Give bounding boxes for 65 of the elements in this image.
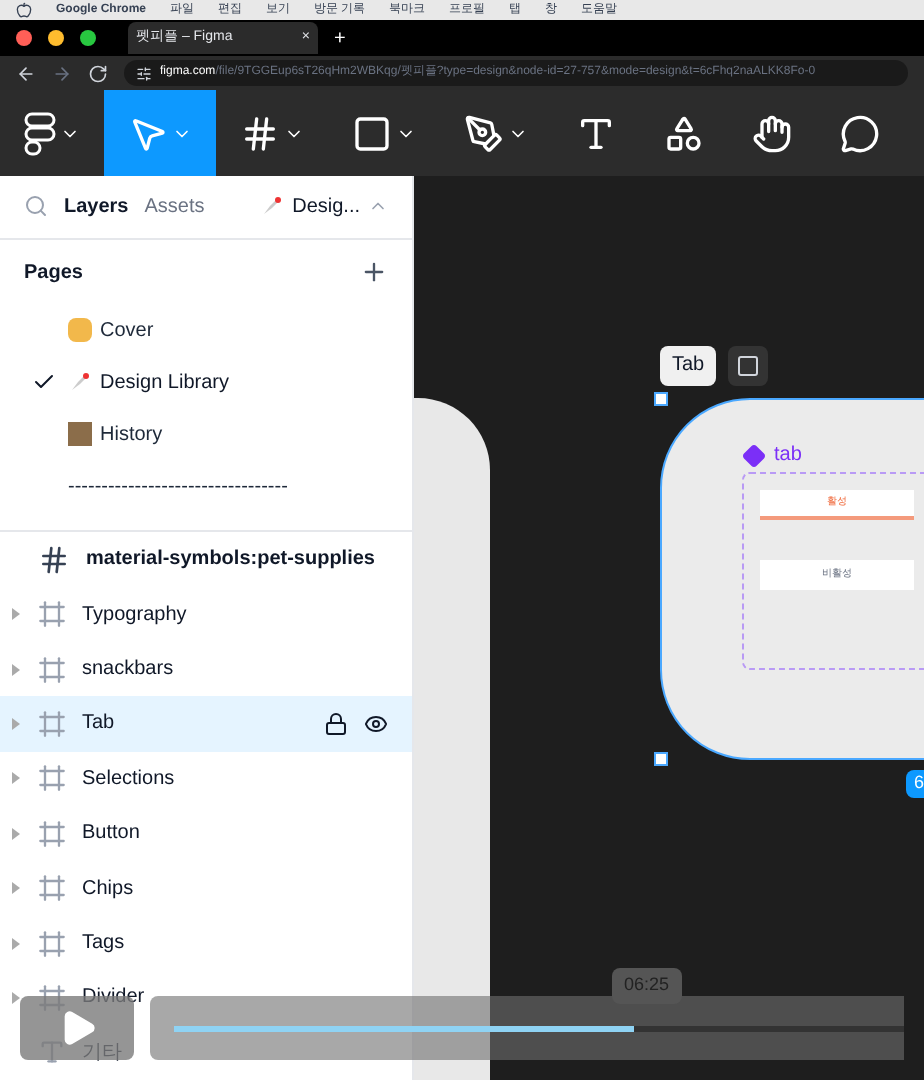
- reload-icon[interactable]: [88, 63, 108, 83]
- page-item[interactable]: Design Library: [0, 356, 412, 409]
- section-icon: [38, 655, 66, 684]
- layer-name: Chips: [82, 875, 134, 904]
- site-info-icon: [136, 65, 152, 81]
- layer-name: Tags: [82, 930, 125, 958]
- frame-icon: [38, 543, 70, 576]
- page-item[interactable]: History: [0, 408, 412, 461]
- frame-label: Tab: [660, 346, 717, 386]
- section-icon: [38, 709, 66, 738]
- layer-row[interactable]: Tab: [0, 696, 412, 752]
- page-name: ---------------------------------: [68, 473, 288, 502]
- layer-name: Selections: [82, 765, 175, 794]
- eye-icon[interactable]: [364, 711, 388, 736]
- clipboard-icon[interactable]: [728, 346, 769, 386]
- layer-row[interactable]: Chips: [0, 860, 412, 916]
- panel-tab[interactable]: Assets: [144, 191, 205, 222]
- section-icon: [38, 600, 66, 629]
- handle[interactable]: [654, 752, 668, 766]
- add-page-icon[interactable]: [360, 258, 388, 287]
- handle[interactable]: [654, 392, 668, 406]
- back-icon[interactable]: [16, 63, 36, 83]
- page-name: Cover: [100, 317, 154, 346]
- section-icon: [38, 764, 66, 793]
- rectangle-icon: [352, 113, 392, 153]
- panel-tab[interactable]: Layers: [64, 191, 129, 222]
- layer-row[interactable]: Tags: [0, 915, 412, 971]
- progress-track[interactable]: [174, 1025, 904, 1031]
- new-tab-button[interactable]: +: [334, 23, 346, 53]
- page-item[interactable]: ---------------------------------: [0, 460, 412, 513]
- layer-row[interactable]: Typography: [0, 586, 412, 642]
- layer-name: material-symbols:pet-supplies: [86, 546, 375, 575]
- resources-icon: [664, 113, 704, 153]
- page-item[interactable]: Cover: [0, 304, 412, 357]
- square-icon: [736, 354, 761, 378]
- frame-icon: [240, 113, 280, 153]
- page-name: Design Library: [100, 369, 229, 398]
- size-badge: 6: [906, 770, 924, 797]
- layer-row[interactable]: Selections: [0, 751, 412, 807]
- pointer-icon: [128, 113, 168, 153]
- layer-name: 기타: [82, 1039, 122, 1068]
- component-name: tab: [774, 442, 802, 470]
- layer-row[interactable]: material-symbols:pet-supplies: [0, 532, 412, 587]
- page-name: History: [100, 421, 163, 450]
- layer-name: Typography: [82, 601, 187, 630]
- component-icon: [742, 443, 766, 467]
- hand-icon: [752, 113, 792, 153]
- figma-logo-icon: [24, 111, 56, 155]
- search-icon[interactable]: [24, 194, 48, 219]
- layer-name: snackbars: [82, 656, 174, 685]
- layer-row[interactable]: Button: [0, 806, 412, 861]
- page-switcher[interactable]: Desig...: [260, 191, 388, 222]
- forward-icon[interactable]: [52, 63, 72, 83]
- section-icon: [38, 874, 66, 903]
- section-icon: [38, 929, 66, 957]
- pages-heading: Pages: [24, 259, 83, 288]
- lock-icon[interactable]: [324, 711, 348, 736]
- text-icon: [576, 113, 616, 153]
- apple-icon: [16, 2, 32, 18]
- layer-row[interactable]: snackbars: [0, 641, 412, 697]
- pen-icon: [464, 113, 504, 153]
- comment-icon: [840, 113, 880, 153]
- layer-name: Button: [82, 820, 140, 849]
- layer-name: Tab: [82, 710, 115, 739]
- section-icon: [38, 819, 66, 848]
